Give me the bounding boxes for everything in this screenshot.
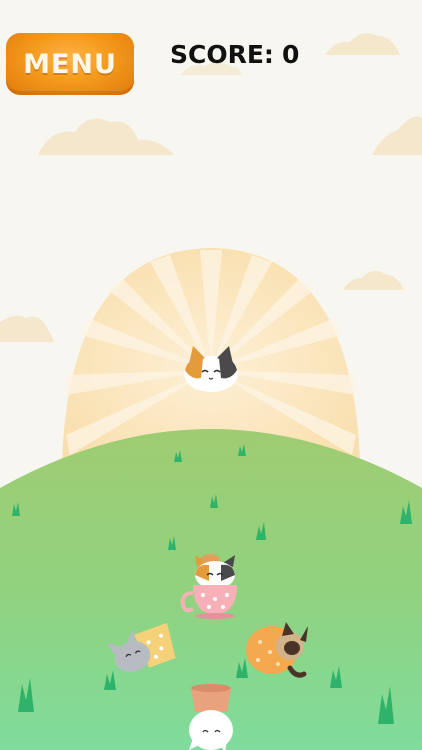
score-value: 0 xyxy=(281,39,300,69)
menu-button-label: MENU xyxy=(23,48,117,80)
cloud-icon xyxy=(372,116,422,155)
score-label: SCORE: xyxy=(170,39,274,69)
score-display: SCORE: 0 xyxy=(170,36,299,72)
cloud-icon xyxy=(0,315,54,342)
game-scene xyxy=(0,33,422,750)
cloud-icon xyxy=(325,33,400,55)
cloud-icon xyxy=(343,270,404,290)
menu-button[interactable]: MENU xyxy=(6,33,134,95)
cloud-icon xyxy=(38,118,175,155)
flowerpot-cat-icon[interactable] xyxy=(189,684,233,750)
